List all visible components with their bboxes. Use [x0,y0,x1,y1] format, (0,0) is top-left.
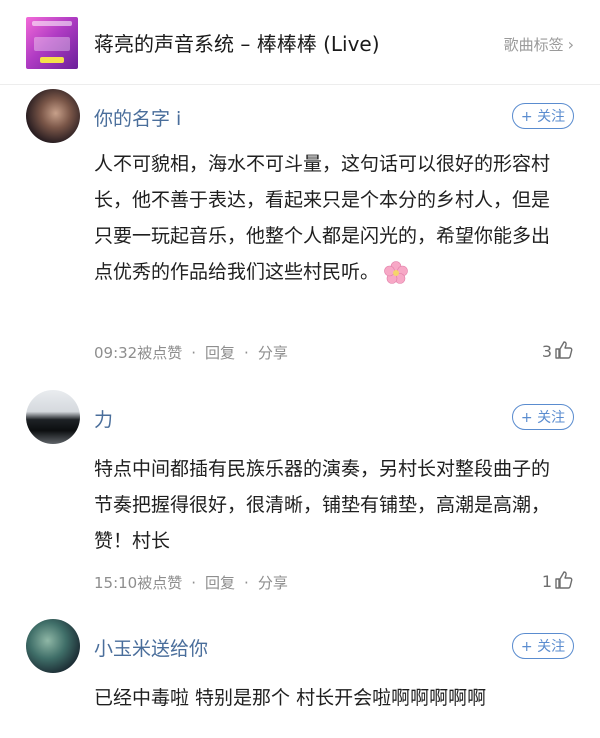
avatar[interactable] [26,390,80,444]
thumbs-up-icon [555,571,573,589]
liked-label: 被点赞 [137,344,183,362]
comment-text: 特点中间都插有民族乐器的演奏，另村长对整段曲子的节奏把握得很好，很清晰，铺垫有铺… [94,458,551,552]
song-tags-label: 歌曲标签 [503,36,564,54]
username[interactable]: 力 [94,405,113,432]
avatar[interactable] [26,619,80,673]
header-divider [0,84,600,85]
like-count: 1 [541,572,552,591]
comment-meta: 09:32被点赞 · 回复 · 分享 [94,344,288,362]
song-header: 蒋亮的声音系统 – 棒棒棒 (Live) 歌曲标签 › [0,0,600,84]
thumbs-up-icon [555,341,573,359]
like-button[interactable]: 3 [542,340,574,361]
song-title[interactable]: 蒋亮的声音系统 – 棒棒棒 (Live) [94,28,380,57]
comment-meta: 15:10被点赞 · 回复 · 分享 [94,574,288,592]
comment-text: 已经中毒啦 特别是那个 村长开会啦啊啊啊啊啊 [94,687,487,709]
chevron-right-icon: › [567,35,574,54]
reply-button[interactable]: 回复 [205,344,235,362]
liked-label: 被点赞 [137,574,183,592]
username[interactable]: 小玉米送给你 [94,634,208,661]
comment-body: 人不可貌相，海水不可斗量，这句话可以很好的形容村长，他不善于表达，看起来只是个本… [94,153,551,283]
comment-text: 人不可貌相，海水不可斗量，这句话可以很好的形容村长，他不善于表达，看起来只是个本… [94,146,564,290]
follow-button[interactable]: + 关注 [512,633,574,659]
cherry-blossom-icon [384,260,408,284]
username[interactable]: 你的名字 i [94,104,181,131]
song-tags-link[interactable]: 歌曲标签 › [504,34,574,55]
follow-button[interactable]: + 关注 [512,404,574,430]
follow-button[interactable]: + 关注 [512,103,574,129]
comment-time: 09:32 [94,344,138,362]
share-button[interactable]: 分享 [258,574,288,592]
like-count: 3 [541,342,552,361]
avatar[interactable] [26,89,80,143]
reply-button[interactable]: 回复 [205,574,235,592]
album-cover[interactable] [26,17,78,69]
like-button[interactable]: 1 [542,570,574,591]
share-button[interactable]: 分享 [258,344,288,362]
comment-time: 15:10 [94,574,138,592]
